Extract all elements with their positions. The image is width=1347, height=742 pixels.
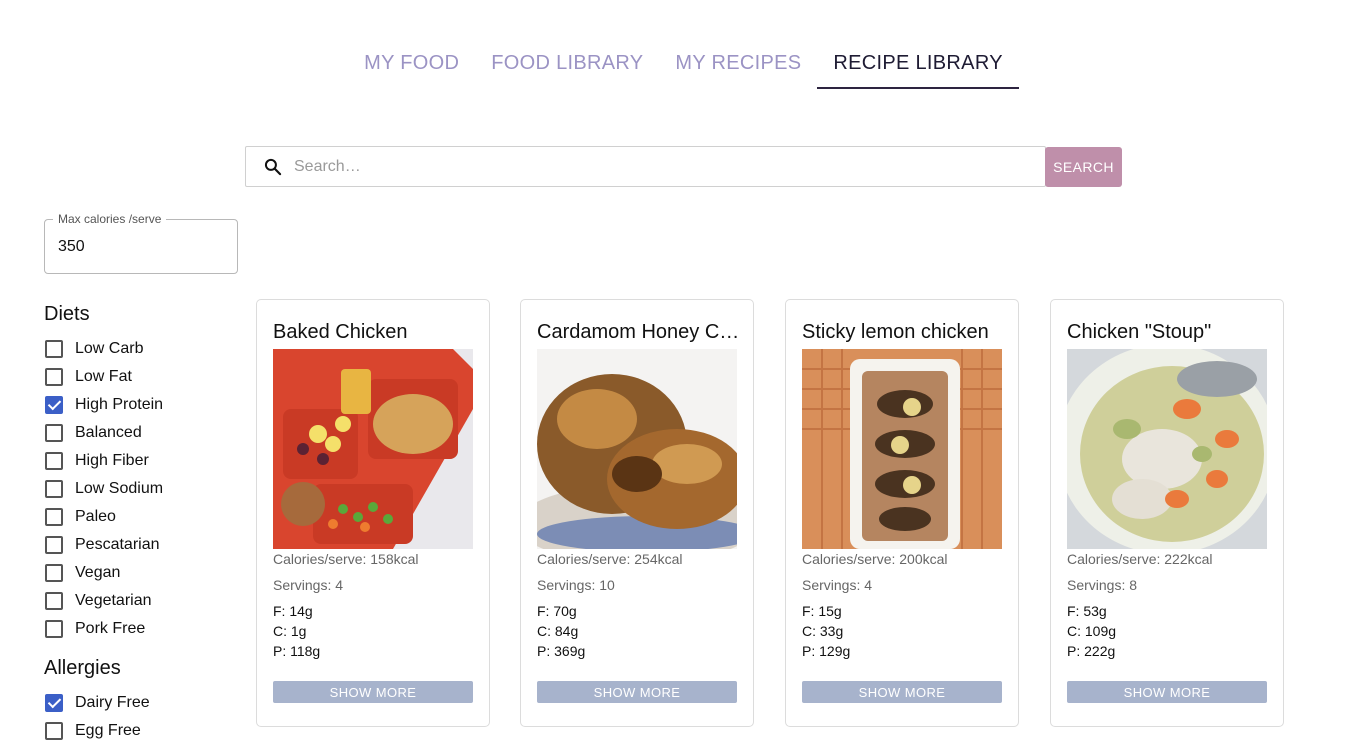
recipe-fat: F: 15g (802, 603, 842, 619)
checkbox[interactable] (45, 368, 63, 386)
max-calories-label: Max calories /serve (53, 212, 167, 226)
recipe-image (1067, 349, 1267, 549)
checkbox[interactable] (45, 592, 63, 610)
diets-list: Low Carb Low Fat High Protein Balanced H… (44, 335, 234, 643)
tab-recipe-library[interactable]: RECIPE LIBRARY (817, 44, 1019, 89)
recipe-carbs: C: 1g (273, 623, 307, 639)
diets-heading: Diets (44, 303, 90, 325)
diet-vegetarian[interactable]: Vegetarian (44, 587, 234, 615)
checkbox[interactable] (45, 564, 63, 582)
diet-paleo[interactable]: Paleo (44, 503, 234, 531)
checkbox[interactable] (45, 536, 63, 554)
filters-panel: Diets Low Carb Low Fat High Protein Bala… (44, 303, 234, 742)
recipe-card: Sticky lemon chicken Calories/serve: 200… (785, 299, 1019, 727)
checkbox[interactable] (45, 480, 63, 498)
filter-label: Balanced (75, 424, 142, 441)
show-more-button[interactable]: SHOW MORE (273, 681, 473, 703)
recipe-fat: F: 14g (273, 603, 313, 619)
diet-high-protein[interactable]: High Protein (44, 391, 234, 419)
recipe-title: Sticky lemon chicken (802, 321, 989, 343)
search-button[interactable]: SEARCH (1045, 147, 1122, 187)
diet-vegan[interactable]: Vegan (44, 559, 234, 587)
tab-my-food[interactable]: MY FOOD (348, 44, 475, 89)
allergy-dairy-free[interactable]: Dairy Free (44, 689, 234, 717)
checkbox[interactable] (45, 508, 63, 526)
recipe-title: Baked Chicken (273, 321, 408, 343)
nav-tabs: MY FOOD FOOD LIBRARY MY RECIPES RECIPE L… (0, 44, 1347, 89)
filter-label: Low Fat (75, 368, 132, 385)
recipe-card: Cardamom Honey Chicken Calories/serve: 2… (520, 299, 754, 727)
checkbox[interactable] (45, 620, 63, 638)
filter-label: Low Carb (75, 340, 144, 357)
tab-food-library[interactable]: FOOD LIBRARY (475, 44, 659, 89)
recipe-card: Baked Chicken Calories/serve: 158kcal Se… (256, 299, 490, 727)
recipe-calories: Calories/serve: 200kcal (802, 551, 948, 567)
recipe-card: Chicken "Stoup" Calories/serve: 222kcal … (1050, 299, 1284, 727)
filter-label: Pork Free (75, 620, 146, 637)
filter-label: High Protein (75, 396, 164, 413)
recipe-protein: P: 129g (802, 643, 851, 659)
allergies-list: Dairy Free Egg Free (44, 689, 234, 742)
search-input[interactable] (294, 157, 1014, 176)
recipe-calories: Calories/serve: 254kcal (537, 551, 683, 567)
show-more-button[interactable]: SHOW MORE (802, 681, 1002, 703)
recipe-fat: F: 53g (1067, 603, 1107, 619)
checkbox[interactable] (45, 424, 63, 442)
tab-my-recipes[interactable]: MY RECIPES (659, 44, 817, 89)
checkbox[interactable] (45, 452, 63, 470)
filter-label: Paleo (75, 508, 116, 525)
filter-label: Dairy Free (75, 694, 150, 711)
recipe-servings: Servings: 10 (537, 577, 615, 593)
show-more-button[interactable]: SHOW MORE (1067, 681, 1267, 703)
diet-low-sodium[interactable]: Low Sodium (44, 475, 234, 503)
diet-pescatarian[interactable]: Pescatarian (44, 531, 234, 559)
search-bar (245, 146, 1046, 187)
search-icon (264, 158, 282, 175)
tabs-row: MY FOOD FOOD LIBRARY MY RECIPES RECIPE L… (348, 44, 1019, 89)
recipe-servings: Servings: 4 (802, 577, 873, 593)
filter-label: Vegetarian (75, 592, 152, 609)
recipe-protein: P: 118g (273, 643, 321, 659)
checkbox-checked[interactable] (45, 396, 63, 414)
recipe-protein: P: 222g (1067, 643, 1116, 659)
recipe-image (273, 349, 473, 549)
diet-low-carb[interactable]: Low Carb (44, 335, 234, 363)
diet-low-fat[interactable]: Low Fat (44, 363, 234, 391)
recipe-image (802, 349, 1002, 549)
diet-balanced[interactable]: Balanced (44, 419, 234, 447)
max-calories-value[interactable]: 350 (58, 238, 85, 256)
filter-label: Pescatarian (75, 536, 160, 553)
filter-label: Vegan (75, 564, 121, 581)
recipe-calories: Calories/serve: 222kcal (1067, 551, 1213, 567)
recipe-carbs: C: 84g (537, 623, 579, 639)
show-more-button[interactable]: SHOW MORE (537, 681, 737, 703)
max-calories-field[interactable]: Max calories /serve 350 (44, 212, 238, 274)
recipe-title: Chicken "Stoup" (1067, 321, 1212, 343)
allergies-heading: Allergies (44, 657, 121, 679)
recipe-image (537, 349, 737, 549)
checkbox[interactable] (45, 722, 63, 740)
recipe-protein: P: 369g (537, 643, 586, 659)
diet-pork-free[interactable]: Pork Free (44, 615, 234, 643)
recipe-servings: Servings: 4 (273, 577, 344, 593)
recipe-title: Cardamom Honey Chicken (537, 321, 741, 343)
recipe-calories: Calories/serve: 158kcal (273, 551, 419, 567)
recipe-carbs: C: 109g (1067, 623, 1117, 639)
recipe-carbs: C: 33g (802, 623, 844, 639)
recipe-servings: Servings: 8 (1067, 577, 1138, 593)
allergy-egg-free[interactable]: Egg Free (44, 717, 234, 742)
recipe-fat: F: 70g (537, 603, 577, 619)
diet-high-fiber[interactable]: High Fiber (44, 447, 234, 475)
filter-label: Egg Free (75, 722, 141, 739)
checkbox[interactable] (45, 340, 63, 358)
checkbox-checked[interactable] (45, 694, 63, 712)
filter-label: Low Sodium (75, 480, 164, 497)
filter-label: High Fiber (75, 452, 149, 469)
